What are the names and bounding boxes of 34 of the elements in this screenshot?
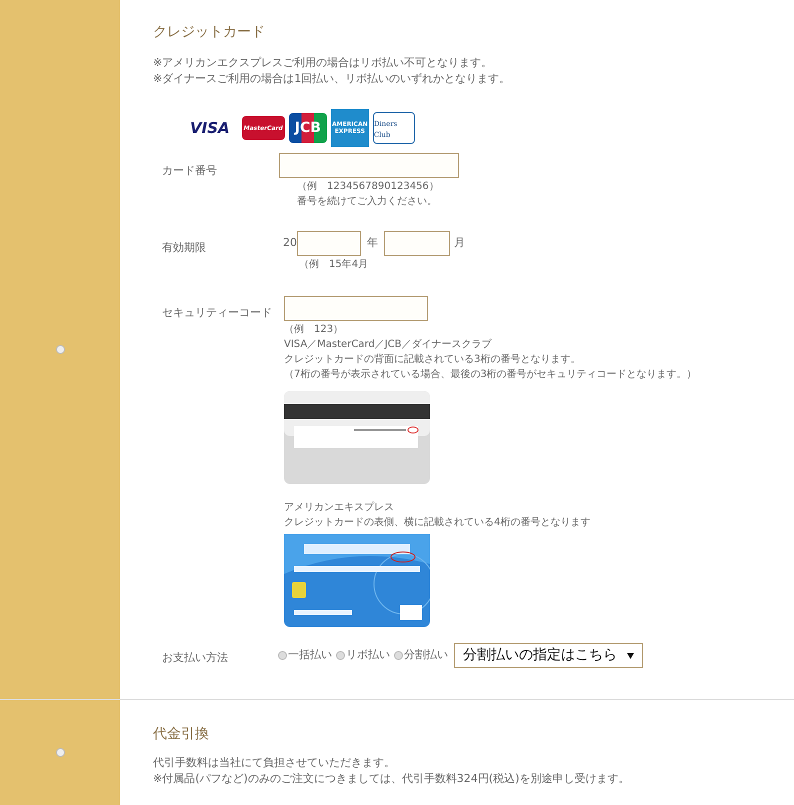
- card-number-field[interactable]: [279, 153, 459, 178]
- note-text: ※アメリカンエクスプレスご利用の場合はリボ払い不可となります。: [153, 55, 494, 71]
- field-label: セキュリティーコード: [161, 305, 273, 321]
- hint-text: アメリカンエキスプレス: [284, 500, 395, 515]
- hint-text: VISA／MasterCard／JCB／ダイナースクラブ: [284, 338, 492, 352]
- dropdown-caret-icon: [627, 652, 634, 658]
- section-radio[interactable]: [56, 345, 64, 354]
- payment-option[interactable]: 分割払い: [394, 647, 448, 664]
- note-text: ※ダイナースご利用の場合は1回払い、リボ払いのいずれかとなります。: [153, 71, 512, 87]
- security-code-field[interactable]: [284, 296, 428, 321]
- hint-text: （例 1234567890123456）: [297, 180, 440, 194]
- note-text: 代引手数料は当社にて負担させていただきます。: [153, 755, 396, 771]
- expiry-year-field[interactable]: [297, 231, 361, 256]
- hint-text: クレジットカードの背面に記載されている3桁の番号となります。: [284, 352, 582, 367]
- expiry-month-field[interactable]: [384, 231, 450, 256]
- year-prefix: 20: [283, 235, 297, 252]
- hint-text: クレジットカードの表側、横に記載されている4桁の番号となります: [284, 516, 592, 530]
- installment-dropdown[interactable]: 分割払いの指定はこちら: [454, 643, 643, 668]
- month-unit: 月: [454, 235, 465, 252]
- section-title: 代金引換: [153, 725, 210, 744]
- payment-option[interactable]: 一括払い: [278, 647, 332, 664]
- field-label: 有効期限: [161, 240, 207, 256]
- payment-option[interactable]: リボ払い: [336, 647, 390, 664]
- note-text: ※付属品(パフなど)のみのご注文につきましては、代引手数料324円(税込)を別途申し受けます。: [153, 771, 630, 787]
- section-title: クレジットカード: [153, 23, 266, 42]
- year-unit: 年: [367, 235, 378, 252]
- hint-text: 番号を続けてご入力ください。: [297, 194, 438, 209]
- field-label: カード番号: [161, 163, 218, 179]
- visa-logo: VISA: [189, 118, 231, 139]
- section-radio[interactable]: [56, 748, 64, 757]
- hint-text: （7桁の番号が表示されている場合、最後の3桁の番号がセキュリティコードとなります。）: [284, 368, 697, 382]
- field-label: お支払い方法: [161, 650, 229, 666]
- hint-text: （例 15年4月: [298, 258, 370, 272]
- hint-text: （例 123）: [284, 323, 344, 337]
